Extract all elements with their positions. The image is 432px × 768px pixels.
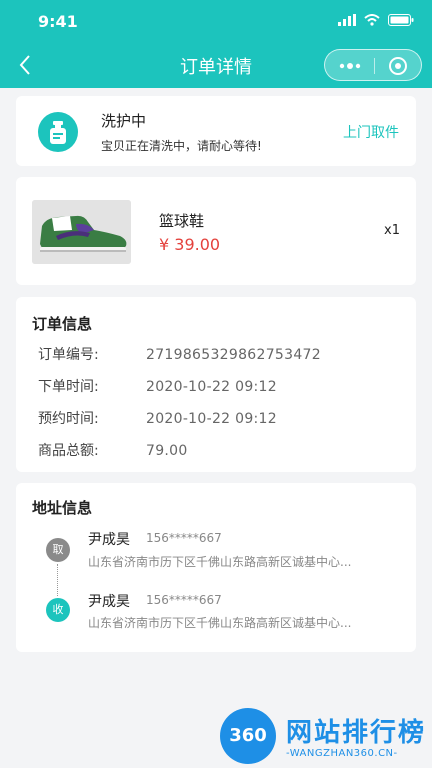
close-icon[interactable] bbox=[387, 56, 409, 76]
site-watermark: 360 网站排行榜 -WANGZHAN360.CN- bbox=[220, 706, 432, 768]
route-divider bbox=[57, 564, 58, 596]
mini-program-capsule bbox=[324, 49, 422, 81]
product-price: ¥ 39.00 bbox=[159, 235, 221, 254]
pickup-contact-phone: 156*****667 bbox=[146, 531, 222, 545]
app-header: 9:41 订单详情 bbox=[0, 0, 432, 88]
receive-badge: 收 bbox=[46, 598, 70, 622]
watermark-logo: 360 bbox=[220, 708, 276, 764]
total-amount-row: 商品总额: 79.00 bbox=[38, 440, 188, 460]
order-status-card: 洗护中 宝贝正在清洗中，请耐心等待! 上门取件 bbox=[16, 96, 416, 166]
status-description: 宝贝正在清洗中，请耐心等待! bbox=[101, 139, 262, 153]
status-time: 9:41 bbox=[38, 12, 78, 31]
order-number-row: 订单编号: 2719865329862753472 bbox=[38, 344, 321, 364]
product-card: 篮球鞋 ¥ 39.00 x1 bbox=[16, 177, 416, 285]
status-title: 洗护中 bbox=[101, 112, 147, 130]
wifi-icon bbox=[364, 14, 380, 26]
order-time-value: 2020-10-22 09:12 bbox=[146, 379, 277, 395]
total-amount-value: 79.00 bbox=[146, 443, 188, 459]
pickup-address: 山东省济南市历下区千佛山东路高新区诚基中心... bbox=[88, 555, 352, 569]
info-label: 订单编号: bbox=[38, 347, 99, 363]
capsule-divider bbox=[374, 58, 375, 74]
order-info-card: 订单信息 订单编号: 2719865329862753472 下单时间: 2020-… bbox=[16, 297, 416, 472]
product-name: 篮球鞋 bbox=[159, 212, 205, 230]
address-info-card: 地址信息 取 收 尹成昊 156*****667 山东省济南市历下区千佛山东路高… bbox=[16, 483, 416, 652]
info-label: 预约时间: bbox=[38, 411, 99, 427]
door-pickup-button[interactable]: 上门取件 bbox=[343, 122, 399, 142]
battery-icon bbox=[388, 14, 414, 26]
system-icons bbox=[338, 14, 414, 26]
product-image[interactable] bbox=[32, 200, 131, 264]
more-icon[interactable] bbox=[337, 56, 363, 76]
nav-bar: 订单详情 bbox=[0, 44, 432, 88]
receive-address: 山东省济南市历下区千佛山东路高新区诚基中心... bbox=[88, 616, 352, 630]
status-bar: 9:41 bbox=[0, 0, 432, 44]
pickup-contact-name: 尹成昊 bbox=[88, 532, 130, 548]
info-label: 商品总额: bbox=[38, 443, 99, 459]
watermark-title: 网站排行榜 bbox=[286, 718, 427, 748]
receive-contact-phone: 156*****667 bbox=[146, 593, 222, 607]
pickup-badge: 取 bbox=[46, 538, 70, 562]
order-time-row: 下单时间: 2020-10-22 09:12 bbox=[38, 376, 277, 396]
washing-status-icon bbox=[38, 112, 78, 152]
watermark-subtitle: -WANGZHAN360.CN- bbox=[286, 748, 398, 759]
order-number-value: 2719865329862753472 bbox=[146, 347, 321, 363]
product-quantity: x1 bbox=[384, 223, 400, 238]
order-info-title: 订单信息 bbox=[32, 315, 93, 333]
info-label: 下单时间: bbox=[38, 379, 99, 395]
appointment-time-row: 预约时间: 2020-10-22 09:12 bbox=[38, 408, 277, 428]
signal-icon bbox=[338, 14, 356, 26]
appointment-time-value: 2020-10-22 09:12 bbox=[146, 411, 277, 427]
address-info-title: 地址信息 bbox=[32, 499, 93, 517]
receive-contact-name: 尹成昊 bbox=[88, 594, 130, 610]
